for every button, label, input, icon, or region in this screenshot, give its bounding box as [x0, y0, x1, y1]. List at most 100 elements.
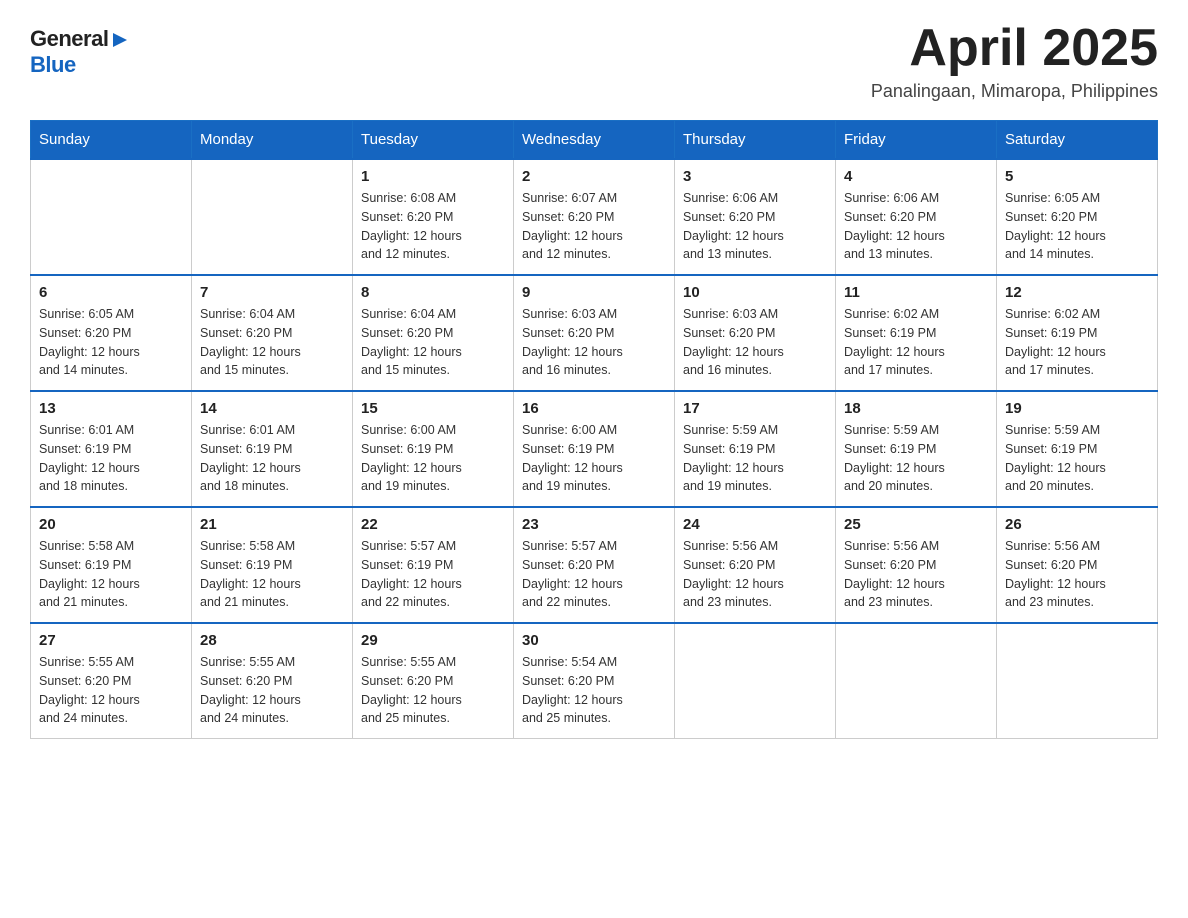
calendar-title: April 2025 [871, 20, 1158, 77]
day-info: Sunrise: 5:56 AM Sunset: 6:20 PM Dayligh… [1005, 537, 1149, 612]
calendar-cell: 11Sunrise: 6:02 AM Sunset: 6:19 PM Dayli… [836, 275, 997, 391]
calendar-cell: 15 Sunrise: 6:00 AM Sunset: 6:19 PM Dayli… [353, 391, 514, 507]
calendar-cell: 4 Sunrise: 6:06 AM Sunset: 6:20 PM Daylig… [836, 159, 997, 275]
calendar-cell: 23Sunrise: 5:57 AM Sunset: 6:20 PM Dayli… [514, 507, 675, 623]
day-number: 28 [200, 632, 344, 649]
day-info: Sunrise: 5:54 AM Sunset: 6:20 PM Dayligh… [522, 653, 666, 728]
day-number: 14 [200, 400, 344, 417]
calendar-cell: 17Sunrise: 5:59 AM Sunset: 6:19 PM Dayli… [675, 391, 836, 507]
calendar-cell: 20Sunrise: 5:58 AM Sunset: 6:19 PM Dayli… [31, 507, 192, 623]
day-number: 22 [361, 516, 505, 533]
day-info: Sunrise: 6:01 AM Sunset: 6:19 PM Dayligh… [39, 421, 183, 496]
day-info: Sunrise: 6:08 AM Sunset: 6:20 PM Dayligh… [361, 189, 505, 264]
day-number: 7 [200, 284, 344, 301]
day-number: 6 [39, 284, 183, 301]
calendar-cell: 25 Sunrise: 5:56 AM Sunset: 6:20 PM Dayli… [836, 507, 997, 623]
week-row-4: 20Sunrise: 5:58 AM Sunset: 6:19 PM Dayli… [31, 507, 1158, 623]
calendar-table: SundayMondayTuesdayWednesdayThursdayFrid… [30, 120, 1158, 739]
day-header-thursday: Thursday [675, 121, 836, 160]
days-header-row: SundayMondayTuesdayWednesdayThursdayFrid… [31, 121, 1158, 160]
day-info: Sunrise: 5:55 AM Sunset: 6:20 PM Dayligh… [39, 653, 183, 728]
day-number: 18 [844, 400, 988, 417]
title-block: April 2025 Panalingaan, Mimaropa, Philip… [871, 20, 1158, 102]
day-number: 15 [361, 400, 505, 417]
calendar-cell [192, 159, 353, 275]
calendar-cell: 14 Sunrise: 6:01 AM Sunset: 6:19 PM Dayli… [192, 391, 353, 507]
day-header-friday: Friday [836, 121, 997, 160]
day-header-wednesday: Wednesday [514, 121, 675, 160]
day-number: 29 [361, 632, 505, 649]
week-row-2: 6 Sunrise: 6:05 AM Sunset: 6:20 PM Daylig… [31, 275, 1158, 391]
day-number: 12 [1005, 284, 1149, 301]
day-info: Sunrise: 6:01 AM Sunset: 6:19 PM Dayligh… [200, 421, 344, 496]
day-number: 24 [683, 516, 827, 533]
day-number: 13 [39, 400, 183, 417]
calendar-cell: 27 Sunrise: 5:55 AM Sunset: 6:20 PM Dayli… [31, 623, 192, 739]
logo-blue-text: Blue [30, 52, 131, 78]
logo-triangle-icon [109, 29, 131, 51]
day-header-sunday: Sunday [31, 121, 192, 160]
day-info: Sunrise: 6:05 AM Sunset: 6:20 PM Dayligh… [1005, 189, 1149, 264]
logo: General Blue [30, 26, 131, 78]
calendar-cell: 30Sunrise: 5:54 AM Sunset: 6:20 PM Dayli… [514, 623, 675, 739]
calendar-cell: 7 Sunrise: 6:04 AM Sunset: 6:20 PM Daylig… [192, 275, 353, 391]
day-info: Sunrise: 6:00 AM Sunset: 6:19 PM Dayligh… [522, 421, 666, 496]
day-info: Sunrise: 6:03 AM Sunset: 6:20 PM Dayligh… [683, 305, 827, 380]
calendar-cell [675, 623, 836, 739]
calendar-cell: 21 Sunrise: 5:58 AM Sunset: 6:19 PM Dayli… [192, 507, 353, 623]
day-header-tuesday: Tuesday [353, 121, 514, 160]
calendar-cell: 10Sunrise: 6:03 AM Sunset: 6:20 PM Dayli… [675, 275, 836, 391]
day-info: Sunrise: 6:06 AM Sunset: 6:20 PM Dayligh… [844, 189, 988, 264]
day-number: 21 [200, 516, 344, 533]
calendar-cell: 28Sunrise: 5:55 AM Sunset: 6:20 PM Dayli… [192, 623, 353, 739]
day-info: Sunrise: 5:59 AM Sunset: 6:19 PM Dayligh… [683, 421, 827, 496]
calendar-cell: 19 Sunrise: 5:59 AM Sunset: 6:19 PM Dayli… [997, 391, 1158, 507]
day-info: Sunrise: 6:02 AM Sunset: 6:19 PM Dayligh… [1005, 305, 1149, 380]
day-number: 25 [844, 516, 988, 533]
calendar-cell: 6 Sunrise: 6:05 AM Sunset: 6:20 PM Daylig… [31, 275, 192, 391]
calendar-cell [997, 623, 1158, 739]
calendar-location: Panalingaan, Mimaropa, Philippines [871, 81, 1158, 102]
day-info: Sunrise: 5:56 AM Sunset: 6:20 PM Dayligh… [683, 537, 827, 612]
calendar-cell: 24 Sunrise: 5:56 AM Sunset: 6:20 PM Dayli… [675, 507, 836, 623]
logo-general-text: General [30, 26, 108, 52]
day-info: Sunrise: 5:58 AM Sunset: 6:19 PM Dayligh… [200, 537, 344, 612]
calendar-cell: 18 Sunrise: 5:59 AM Sunset: 6:19 PM Dayli… [836, 391, 997, 507]
calendar-cell: 22Sunrise: 5:57 AM Sunset: 6:19 PM Dayli… [353, 507, 514, 623]
day-info: Sunrise: 5:59 AM Sunset: 6:19 PM Dayligh… [1005, 421, 1149, 496]
day-info: Sunrise: 6:04 AM Sunset: 6:20 PM Dayligh… [200, 305, 344, 380]
calendar-cell: 8 Sunrise: 6:04 AM Sunset: 6:20 PM Daylig… [353, 275, 514, 391]
calendar-cell: 5 Sunrise: 6:05 AM Sunset: 6:20 PM Daylig… [997, 159, 1158, 275]
day-info: Sunrise: 5:59 AM Sunset: 6:19 PM Dayligh… [844, 421, 988, 496]
day-number: 8 [361, 284, 505, 301]
day-number: 3 [683, 168, 827, 185]
day-number: 5 [1005, 168, 1149, 185]
day-info: Sunrise: 6:02 AM Sunset: 6:19 PM Dayligh… [844, 305, 988, 380]
calendar-cell [31, 159, 192, 275]
calendar-cell: 9 Sunrise: 6:03 AM Sunset: 6:20 PM Daylig… [514, 275, 675, 391]
day-info: Sunrise: 6:00 AM Sunset: 6:19 PM Dayligh… [361, 421, 505, 496]
day-info: Sunrise: 5:56 AM Sunset: 6:20 PM Dayligh… [844, 537, 988, 612]
day-info: Sunrise: 6:03 AM Sunset: 6:20 PM Dayligh… [522, 305, 666, 380]
day-info: Sunrise: 6:04 AM Sunset: 6:20 PM Dayligh… [361, 305, 505, 380]
calendar-cell: 2 Sunrise: 6:07 AM Sunset: 6:20 PM Daylig… [514, 159, 675, 275]
day-number: 26 [1005, 516, 1149, 533]
day-number: 2 [522, 168, 666, 185]
day-info: Sunrise: 6:06 AM Sunset: 6:20 PM Dayligh… [683, 189, 827, 264]
day-info: Sunrise: 6:05 AM Sunset: 6:20 PM Dayligh… [39, 305, 183, 380]
calendar-cell: 13 Sunrise: 6:01 AM Sunset: 6:19 PM Dayli… [31, 391, 192, 507]
week-row-3: 13 Sunrise: 6:01 AM Sunset: 6:19 PM Dayli… [31, 391, 1158, 507]
calendar-cell: 26 Sunrise: 5:56 AM Sunset: 6:20 PM Dayli… [997, 507, 1158, 623]
page-header: General Blue April 2025 Panalingaan, Mim… [30, 20, 1158, 102]
week-row-5: 27 Sunrise: 5:55 AM Sunset: 6:20 PM Dayli… [31, 623, 1158, 739]
day-number: 27 [39, 632, 183, 649]
calendar-cell: 16Sunrise: 6:00 AM Sunset: 6:19 PM Dayli… [514, 391, 675, 507]
day-header-saturday: Saturday [997, 121, 1158, 160]
day-info: Sunrise: 6:07 AM Sunset: 6:20 PM Dayligh… [522, 189, 666, 264]
day-number: 9 [522, 284, 666, 301]
day-number: 1 [361, 168, 505, 185]
day-number: 4 [844, 168, 988, 185]
calendar-cell [836, 623, 997, 739]
week-row-1: 1 Sunrise: 6:08 AM Sunset: 6:20 PM Daylig… [31, 159, 1158, 275]
day-number: 19 [1005, 400, 1149, 417]
